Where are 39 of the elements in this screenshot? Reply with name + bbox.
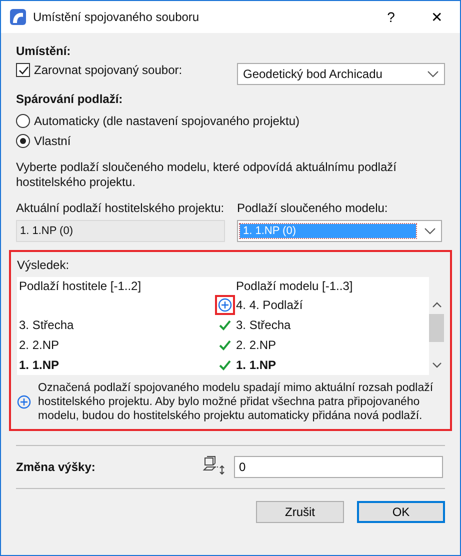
- table-cell-text: 2. 2.NP: [18, 338, 60, 352]
- field-label: Aktuální podlaží hostitelského projektu:: [16, 201, 225, 215]
- column-header: Podlaží hostitele [-1..2]: [18, 279, 142, 293]
- table-cell-text: 4. 4. Podlaží: [235, 298, 304, 312]
- chevron-down-icon: [427, 70, 439, 78]
- table-cell-text: 1. 1.NP: [18, 358, 60, 372]
- app-logo-icon: [10, 9, 26, 25]
- check-icon: [218, 358, 232, 372]
- add-circle-icon: [17, 395, 31, 409]
- section-label: Výsledek:: [17, 258, 70, 272]
- check-icon: [218, 338, 232, 352]
- dialog-button[interactable]: OK: [357, 501, 445, 523]
- align-checkbox[interactable]: Zarovnat spojovaný soubor:: [16, 63, 182, 77]
- section-heading: Umístění:: [16, 44, 72, 58]
- close-button[interactable]: ✕: [414, 1, 460, 33]
- chevron-down-icon: [424, 227, 436, 235]
- table-cell-text: 1. 1.NP: [235, 358, 278, 372]
- field-label: Změna výšky:: [16, 460, 96, 474]
- field-label: Podlaží sloučeného modelu:: [237, 201, 389, 215]
- table-cell-text: 3. Střecha: [18, 318, 75, 332]
- column-header: Podlaží modelu [-1..3]: [235, 279, 354, 293]
- section-heading: Spárování podlaží:: [16, 92, 124, 106]
- window-title: Umístění spojovaného souboru: [33, 10, 200, 24]
- help-button[interactable]: ?: [368, 1, 414, 33]
- table-cell-text: 2. 2.NP: [235, 338, 278, 352]
- scroll-down-icon: [432, 362, 442, 369]
- description-text: Vyberte podlaží sloučeného modelu, které odpovídá aktuálnímu podlaží hostitelského projektu.: [16, 160, 398, 190]
- elevation-field[interactable]: 0: [234, 456, 443, 478]
- scroll-thumb[interactable]: [429, 314, 444, 342]
- note-text: Označená podlaží spojovaného modelu spadají mimo aktuální rozsah podlaží hostitelského projektu. Aby bylo možné přidat všechna patra připojovaného modelu, budou do hostitelského projektu automaticky přidána nová podlaží.: [38, 381, 434, 423]
- table-cell-text: 3. Střecha: [235, 318, 292, 332]
- host-story-field: 1. 1.NP (0): [16, 220, 225, 242]
- radio-option[interactable]: Vlastní: [16, 134, 71, 148]
- checkmark-icon: [18, 64, 28, 76]
- dialog-button[interactable]: Zrušit: [256, 501, 344, 523]
- scroll-up-icon: [432, 301, 442, 308]
- align-dropdown[interactable]: Geodetický bod Archicadu: [237, 63, 445, 85]
- radio-option[interactable]: Automaticky (dle nastavení spojovaného projektu): [16, 114, 300, 128]
- check-icon: [218, 318, 232, 332]
